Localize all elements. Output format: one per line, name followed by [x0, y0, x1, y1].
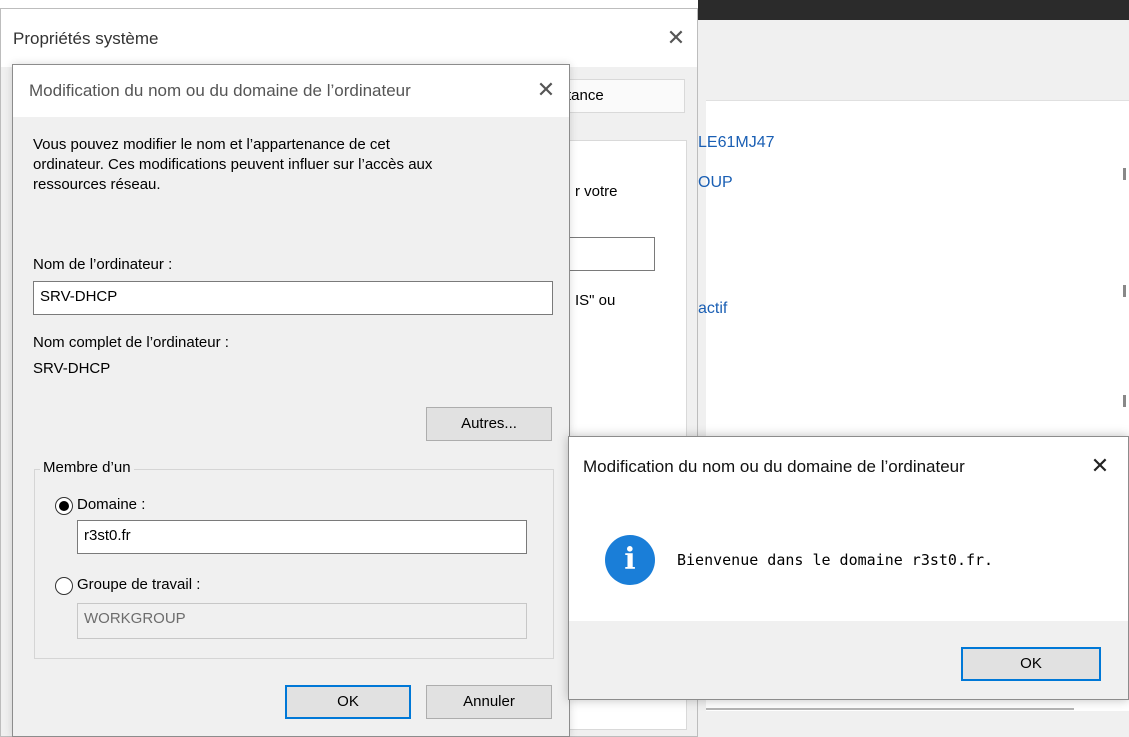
more-button[interactable]: Autres...: [426, 407, 552, 441]
system-properties-close-icon[interactable]: ✕: [661, 23, 691, 53]
background-scroll-mark: [1123, 285, 1126, 297]
member-of-label: Membre d’un: [40, 459, 134, 476]
workgroup-label[interactable]: Groupe de travail :: [77, 575, 200, 595]
workgroup-input: WORKGROUP: [77, 603, 527, 639]
computer-name-dialog: Modification du nom ou du domaine de l’o…: [12, 64, 570, 737]
message-box-title: Modification du nom ou du domaine de l’o…: [583, 457, 965, 476]
dialog-description-line: Vous pouvez modifier le nom et l’apparte…: [33, 136, 390, 153]
background-divider: [706, 708, 1074, 710]
background-scroll-mark: [1123, 168, 1126, 180]
full-computer-name-value: SRV-DHCP: [33, 360, 111, 377]
background-computer-name-value[interactable]: LE61MJ47: [698, 134, 775, 152]
message-box-close-icon[interactable]: ✕: [1085, 451, 1115, 481]
cancel-button[interactable]: Annuler: [426, 685, 552, 719]
message-ok-button[interactable]: OK: [961, 647, 1101, 681]
computer-name-dialog-close-icon[interactable]: ✕: [531, 75, 561, 105]
info-icon: i: [605, 535, 655, 585]
computer-name-dialog-title: Modification du nom ou du domaine de l’o…: [29, 81, 411, 100]
dialog-description-line: ressources réseau.: [33, 176, 161, 193]
domain-input[interactable]: r3st0.fr: [77, 520, 527, 554]
properties-text-fragment: r votre: [575, 183, 618, 200]
computer-description-field[interactable]: [563, 237, 655, 271]
ok-button[interactable]: OK: [285, 685, 411, 719]
background-scroll-mark: [1123, 395, 1126, 407]
welcome-message-box: Modification du nom ou du domaine de l’o…: [568, 436, 1129, 700]
message-text: Bienvenue dans le domaine r3st0.fr.: [677, 551, 994, 569]
full-computer-name-label: Nom complet de l’ordinateur :: [33, 334, 229, 351]
computer-name-input[interactable]: SRV-DHCP: [33, 281, 553, 315]
background-workgroup-value[interactable]: OUP: [698, 174, 733, 192]
background-window-titlebar: [698, 0, 1129, 20]
domain-radio[interactable]: [55, 497, 73, 515]
properties-text-fragment: IS" ou: [575, 292, 616, 309]
computer-name-label: Nom de l’ordinateur :: [33, 256, 173, 273]
system-properties-title: Propriétés système: [13, 29, 159, 48]
background-activation-value[interactable]: actif: [698, 300, 727, 318]
dialog-description: Vous pouvez modifier le nom et l’apparte…: [33, 135, 432, 195]
tab-remote-label: tance: [567, 87, 604, 104]
dialog-description-line: ordinateur. Ces modifications peuvent in…: [33, 156, 433, 173]
workgroup-radio[interactable]: [55, 577, 73, 595]
domain-label[interactable]: Domaine :: [77, 495, 145, 515]
